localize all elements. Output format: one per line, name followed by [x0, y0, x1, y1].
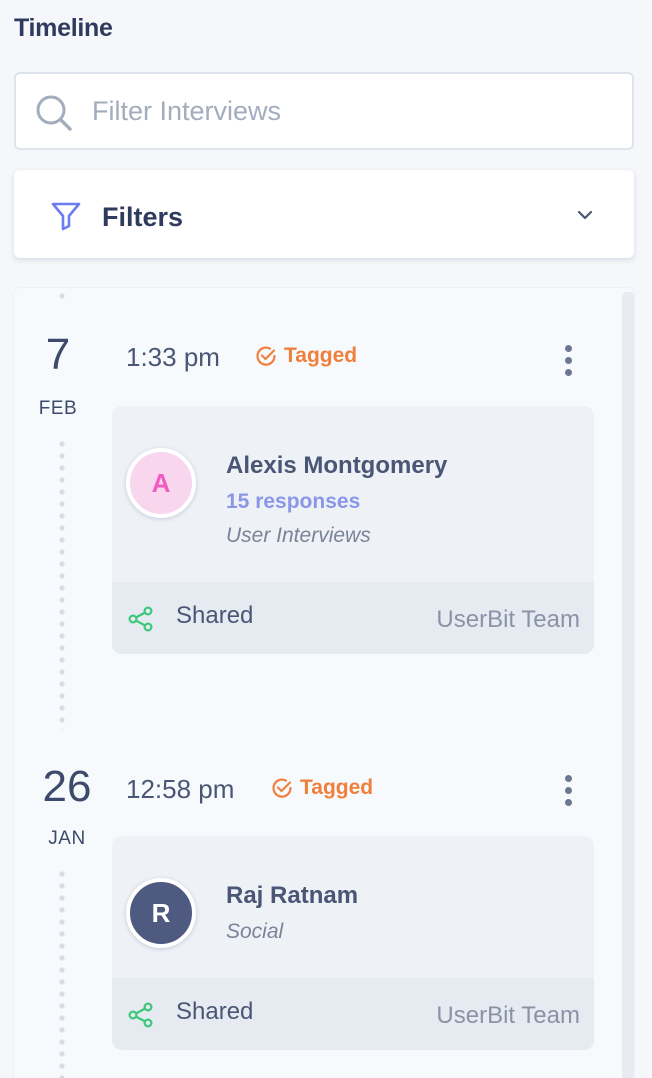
filter-icon [51, 202, 81, 231]
entry-day: 26 [42, 762, 92, 811]
entry-time: 12:58 pm [126, 774, 235, 804]
status-label: Tagged [284, 344, 358, 367]
page-title: Timeline [14, 14, 113, 42]
entry-day: 7 [45, 330, 71, 379]
timeline-connector [58, 868, 66, 1078]
shared-label: Shared [176, 998, 254, 1025]
avatar: A [126, 448, 196, 518]
search-icon [36, 95, 72, 131]
participant-source: User Interviews [226, 524, 371, 547]
scrollbar[interactable] [622, 292, 634, 1078]
participant-source: Social [226, 920, 284, 943]
search-box[interactable] [14, 72, 634, 150]
card-footer: Shared UserBit Team [112, 582, 594, 654]
status-badge: Tagged [270, 776, 373, 800]
more-vertical-icon[interactable] [561, 345, 575, 381]
interview-card[interactable]: A Alexis Montgomery 15 responses User In… [112, 406, 594, 654]
check-circle-icon [256, 346, 276, 366]
search-input[interactable] [92, 88, 622, 134]
status-label: Tagged [300, 776, 374, 799]
shared-label: Shared [176, 602, 254, 629]
timeline-connector [58, 290, 66, 304]
entry-month: FEB [38, 398, 78, 419]
timeline-connector [58, 438, 66, 730]
card-footer: Shared UserBit Team [112, 978, 594, 1050]
chevron-down-icon [577, 210, 593, 220]
team-name: UserBit Team [436, 1002, 580, 1029]
participant-name[interactable]: Raj Ratnam [226, 882, 358, 910]
team-name: UserBit Team [436, 606, 580, 633]
status-badge: Tagged [254, 344, 357, 368]
filters-dropdown[interactable]: Filters [14, 170, 634, 258]
filters-label: Filters [102, 202, 184, 232]
share-icon [128, 606, 153, 632]
entry-time: 1:33 pm [126, 342, 220, 372]
participant-name[interactable]: Alexis Montgomery [226, 452, 447, 480]
avatar: R [126, 878, 196, 948]
more-vertical-icon[interactable] [561, 775, 575, 811]
responses-count[interactable]: 15 responses [226, 490, 360, 514]
interview-card[interactable]: R Raj Ratnam Social Shared UserBit Team [112, 836, 594, 1050]
share-icon [128, 1002, 153, 1028]
check-circle-icon [272, 778, 292, 798]
entry-month: JAN [48, 828, 86, 849]
